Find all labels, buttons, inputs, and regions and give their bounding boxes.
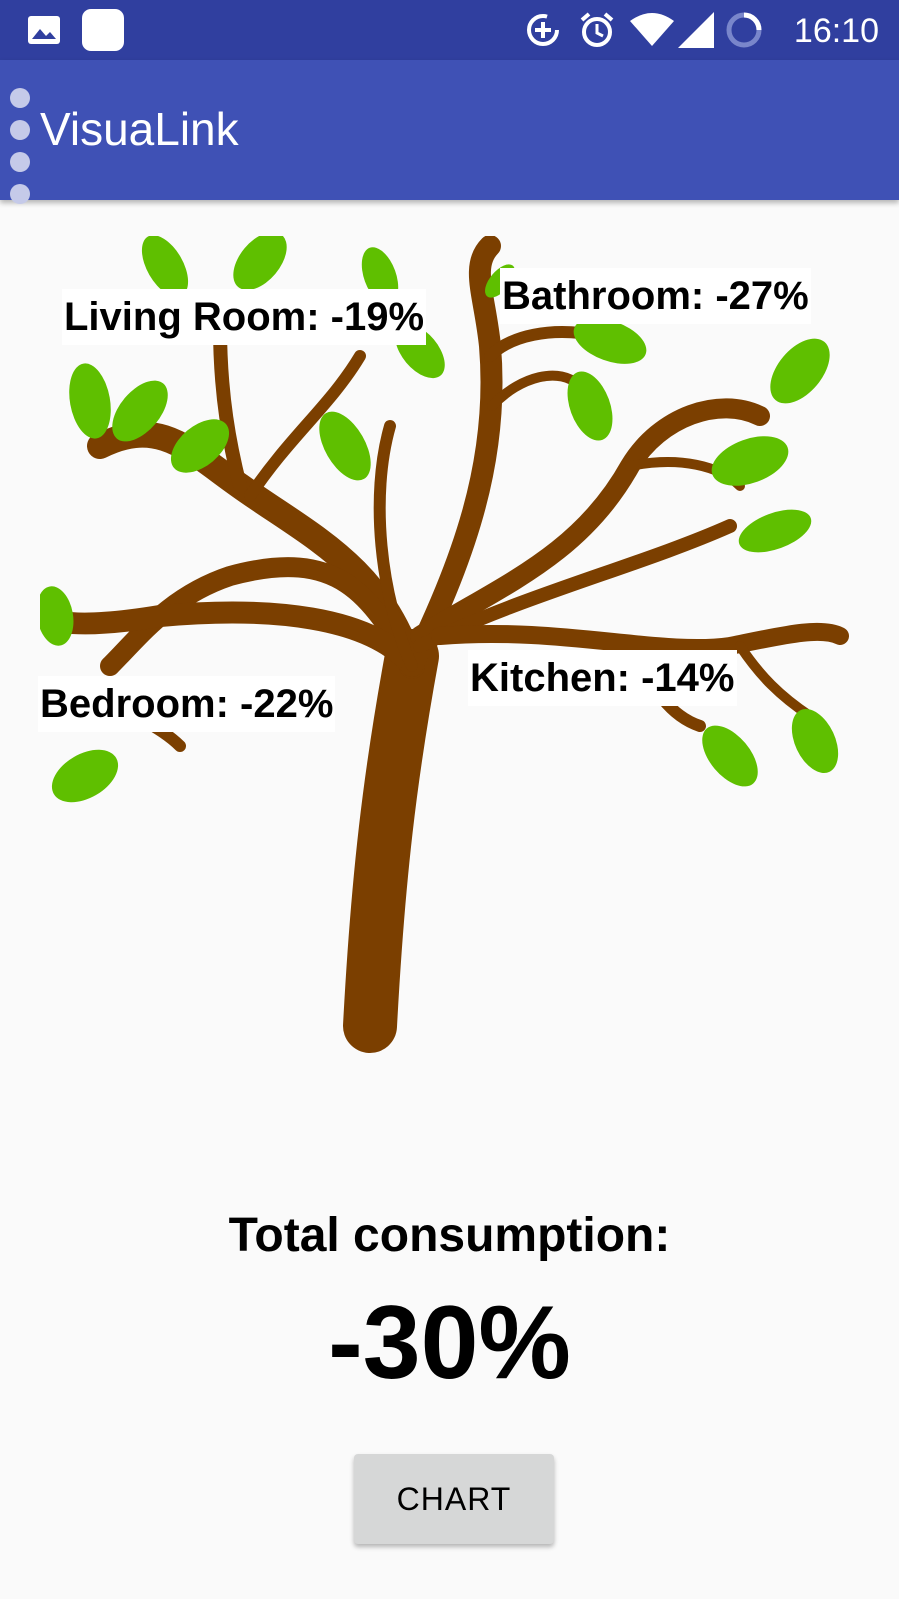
total-consumption-label: Total consumption:	[228, 1209, 671, 1262]
status-bar: 16:10	[0, 0, 899, 60]
app-title: VisuaLink	[40, 103, 239, 155]
wifi-icon	[630, 0, 674, 60]
app-bar: VisuaLink	[0, 60, 899, 204]
battery-icon	[724, 0, 764, 60]
tree-illustration	[40, 236, 849, 1053]
app-notification-icon	[82, 0, 124, 60]
room-label-bedroom: Bedroom: -22%	[38, 676, 336, 732]
total-consumption-value: -30%	[328, 1285, 571, 1401]
cell-signal-icon	[678, 0, 714, 60]
drag-handle-icon[interactable]	[10, 88, 32, 216]
room-label-living-room: Living Room: -19%	[62, 289, 427, 345]
data-saver-icon	[525, 0, 561, 60]
room-label-kitchen: Kitchen: -14%	[468, 650, 737, 706]
status-time: 16:10	[793, 12, 879, 50]
room-label-bathroom: Bathroom: -27%	[500, 268, 811, 324]
alarm-icon	[578, 0, 616, 60]
chart-button[interactable]: CHART	[354, 1454, 554, 1544]
image-notification-icon	[28, 0, 60, 60]
